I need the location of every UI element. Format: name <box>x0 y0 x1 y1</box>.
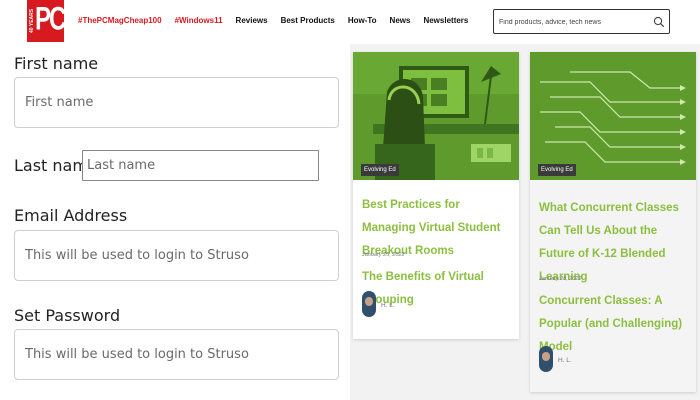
email-field[interactable] <box>14 230 339 281</box>
nav-link-reviews[interactable]: Reviews <box>236 16 268 25</box>
article-date: January 28, 2022 <box>539 276 582 282</box>
nav-link-how-to[interactable]: How-To <box>348 16 377 25</box>
article-cards: Evolving Ed Best Practices for Managing … <box>350 44 700 400</box>
category-tag[interactable]: Evolving Ed <box>538 164 576 176</box>
top-nav: 40 YEARS PC #ThePCMagCheap100 #Windows11… <box>0 0 700 44</box>
author-avatar <box>362 291 376 317</box>
pcmag-logo[interactable]: 40 YEARS PC <box>27 0 66 42</box>
password-field[interactable] <box>14 329 339 380</box>
author-name[interactable]: H. L. <box>558 357 572 364</box>
author-name[interactable]: H. L. <box>381 302 395 309</box>
nav-link-newsletters[interactable]: Newsletters <box>423 16 468 25</box>
nav-link-cheap100[interactable]: #ThePCMagCheap100 <box>78 16 162 25</box>
search-icon[interactable] <box>653 16 665 28</box>
related-article-link[interactable]: Concurrent Classes: A Popular (and Chall… <box>539 290 689 359</box>
signup-form: First name Last name Email Address Set P… <box>0 44 350 400</box>
article-image-student[interactable] <box>353 52 519 180</box>
search-box <box>493 9 670 34</box>
logo-text: PC <box>35 1 66 38</box>
first-name-field[interactable] <box>14 77 339 128</box>
nav-link-best-products[interactable]: Best Products <box>281 16 335 25</box>
email-label: Email Address <box>14 206 128 225</box>
password-label: Set Password <box>14 306 121 325</box>
last-name-field[interactable] <box>82 150 319 181</box>
category-tag[interactable]: Evolving Ed <box>361 164 399 176</box>
author-avatar <box>539 346 553 372</box>
nav-links: #ThePCMagCheap100 #Windows11 Reviews Bes… <box>78 16 468 25</box>
nav-link-windows11[interactable]: #Windows11 <box>175 16 223 25</box>
article-date: January 25, 2022 <box>362 252 405 258</box>
search-input[interactable] <box>499 15 649 29</box>
article-card[interactable]: Evolving Ed Best Practices for Managing … <box>353 52 519 339</box>
article-image-arrows[interactable] <box>530 52 696 180</box>
nav-link-news[interactable]: News <box>390 16 411 25</box>
first-name-label: First name <box>14 54 99 73</box>
article-card[interactable]: Evolving Ed What Concurrent Classes Can … <box>530 52 696 392</box>
